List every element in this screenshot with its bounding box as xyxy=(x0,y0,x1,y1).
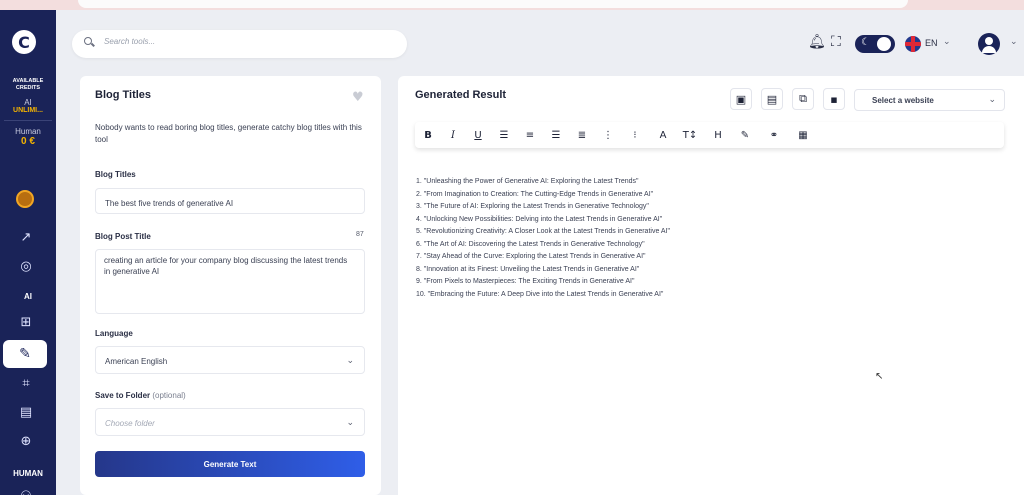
coin-icon[interactable] xyxy=(16,190,34,208)
user-avatar-icon[interactable] xyxy=(978,33,1000,55)
credits-panel: AVAILABLE CREDITS AI UNLIMI... Human 0 € xyxy=(0,78,56,147)
chevron-down-icon[interactable]: ⌄ xyxy=(943,37,951,47)
edit-icon: ✎ xyxy=(19,346,31,362)
align-right-icon[interactable]: ☰ xyxy=(549,128,563,142)
chevron-down-icon: ⌄ xyxy=(346,356,354,366)
human-credits-label: Human xyxy=(15,127,41,136)
save-icon[interactable]: ▪ xyxy=(823,88,845,110)
result-item: 5. "Revolutionizing Creativity: A Closer… xyxy=(416,228,670,235)
language-value: American English xyxy=(105,357,168,366)
heading-icon[interactable]: H xyxy=(711,128,725,142)
language-label: Language xyxy=(95,329,133,338)
credits-title-2: CREDITS xyxy=(15,85,41,91)
target-icon[interactable]: ◎ xyxy=(14,258,38,274)
generated-titles-list: 1. "Unleashing the Power of Generative A… xyxy=(416,176,976,301)
underline-icon[interactable]: U xyxy=(471,128,485,142)
generated-result-panel: Generated Result ▣ ▤ ⧉ ▪ Select a websit… xyxy=(398,76,1024,495)
section-human-label: HUMAN xyxy=(13,469,43,478)
result-item: 9. "From Pixels to Masterpieces: The Exc… xyxy=(416,278,635,285)
blog-post-title-textarea[interactable]: creating an article for your company blo… xyxy=(95,249,365,314)
result-item: 10. "Embracing the Future: A Deep Dive i… xyxy=(416,290,664,298)
sun-icon xyxy=(877,37,891,51)
browser-address-strip xyxy=(0,0,1024,10)
blog-post-title-label: Blog Post Title xyxy=(95,232,151,241)
align-justify-icon[interactable]: ≣ xyxy=(575,128,589,142)
mouse-cursor-icon: ↖ xyxy=(875,371,884,382)
website-select[interactable]: Select a website ⌄ xyxy=(854,89,1005,111)
optional-hint: (optional) xyxy=(152,391,186,400)
blog-titles-form: Blog Titles ♥ Nobody wants to read borin… xyxy=(80,76,381,495)
app-logo[interactable]: C xyxy=(12,30,36,54)
search-bar[interactable] xyxy=(72,30,407,58)
result-title: Generated Result xyxy=(415,89,507,101)
logo-letter: C xyxy=(18,32,30,52)
blog-titles-input[interactable]: The best five trends of generative AI xyxy=(95,188,365,214)
bell-icon[interactable]: 🔔︎ xyxy=(808,34,826,50)
blog-titles-value: The best five trends of generative AI xyxy=(105,199,234,208)
people-icon[interactable]: ⚇ xyxy=(14,488,38,495)
result-item: 6. "The Art of AI: Discovering the Lates… xyxy=(416,240,645,248)
result-item: 4. "Unlocking New Possibilities: Delving… xyxy=(416,215,663,223)
section-ai-label: AI xyxy=(24,292,32,301)
result-item: 2. "From Imagination to Creation: The Cu… xyxy=(416,190,654,198)
chevron-down-icon: ⌄ xyxy=(346,418,354,428)
robot-icon[interactable]: ⊞ xyxy=(14,314,38,330)
search-input[interactable] xyxy=(104,37,384,46)
scan-icon[interactable]: ⌗ xyxy=(14,375,38,391)
address-bar[interactable] xyxy=(78,0,908,8)
form-title: Blog Titles xyxy=(95,89,152,101)
link-icon[interactable]: ⚭ xyxy=(767,128,781,142)
result-item: 1. "Unleashing the Power of Generative A… xyxy=(416,178,639,185)
save-folder-label: Save to Folder (optional) xyxy=(95,391,186,400)
align-left-icon[interactable]: ☰ xyxy=(497,128,511,142)
trending-icon[interactable]: ↗ xyxy=(14,229,38,245)
export-pdf-icon[interactable]: ▤ xyxy=(761,88,783,110)
result-item: 8. "Innovation at its Finest: Unveiling … xyxy=(416,265,640,273)
brush-icon[interactable]: ✎ xyxy=(738,128,752,142)
result-item: 3. "The Future of AI: Exploring the Late… xyxy=(416,203,649,210)
bullet-list-icon[interactable]: ⁝ xyxy=(628,128,642,142)
chevron-down-icon[interactable]: ⌄ xyxy=(1010,37,1018,47)
globe-icon[interactable]: ⊕ xyxy=(14,433,38,449)
character-count: 87 xyxy=(356,231,364,238)
font-size-icon[interactable]: T↕ xyxy=(681,128,699,142)
blog-post-title-value: creating an article for your company blo… xyxy=(104,256,348,276)
save-folder-label-text: Save to Folder xyxy=(95,391,151,400)
language-select[interactable]: American English ⌄ xyxy=(95,346,365,374)
result-item: 7. "Stay Ahead of the Curve: Exploring t… xyxy=(416,253,646,260)
export-doc-icon[interactable]: ▣ xyxy=(730,88,752,110)
folder-placeholder: Choose folder xyxy=(105,419,155,428)
editor-toolbar: B I U ☰ ≡ ☰ ≣ ⋮ ⁝ A T↕ H ✎ ⚭ ▦ xyxy=(415,122,1004,148)
uk-flag-icon[interactable] xyxy=(905,36,921,52)
document-icon[interactable]: ▤ xyxy=(14,404,38,420)
generate-text-button[interactable]: Generate Text xyxy=(95,451,365,477)
ai-credits-value: UNLIMI... xyxy=(13,107,43,114)
sidebar-item-edit-active[interactable]: ✎ xyxy=(3,340,47,368)
fullscreen-icon[interactable]: ⛶ xyxy=(831,34,841,50)
human-credits-value: 0 € xyxy=(21,136,35,147)
language-selector[interactable]: EN xyxy=(925,38,938,48)
ai-credits-label: AI xyxy=(24,98,32,107)
credits-divider xyxy=(4,120,52,121)
align-center-icon[interactable]: ≡ xyxy=(523,128,537,142)
folder-select[interactable]: Choose folder ⌄ xyxy=(95,408,365,436)
bold-icon[interactable]: B xyxy=(421,128,435,142)
credits-title-1: AVAILABLE xyxy=(12,78,44,84)
copy-icon[interactable]: ⧉ xyxy=(792,88,814,110)
search-icon xyxy=(84,37,92,45)
website-select-value: Select a website xyxy=(872,96,934,105)
blog-titles-label: Blog Titles xyxy=(95,170,136,179)
sidebar: C AVAILABLE CREDITS AI UNLIMI... Human 0… xyxy=(0,10,56,495)
moon-icon: ☾ xyxy=(861,37,870,48)
italic-icon[interactable]: I xyxy=(446,128,460,142)
table-icon[interactable]: ▦ xyxy=(796,128,810,142)
form-description: Nobody wants to read boring blog titles,… xyxy=(95,123,362,144)
ordered-list-icon[interactable]: ⋮ xyxy=(601,128,615,142)
chevron-down-icon: ⌄ xyxy=(988,95,996,105)
heart-icon[interactable]: ♥ xyxy=(352,90,364,105)
dark-mode-toggle[interactable]: ☾ xyxy=(855,35,895,53)
text-color-icon[interactable]: A xyxy=(656,128,670,142)
